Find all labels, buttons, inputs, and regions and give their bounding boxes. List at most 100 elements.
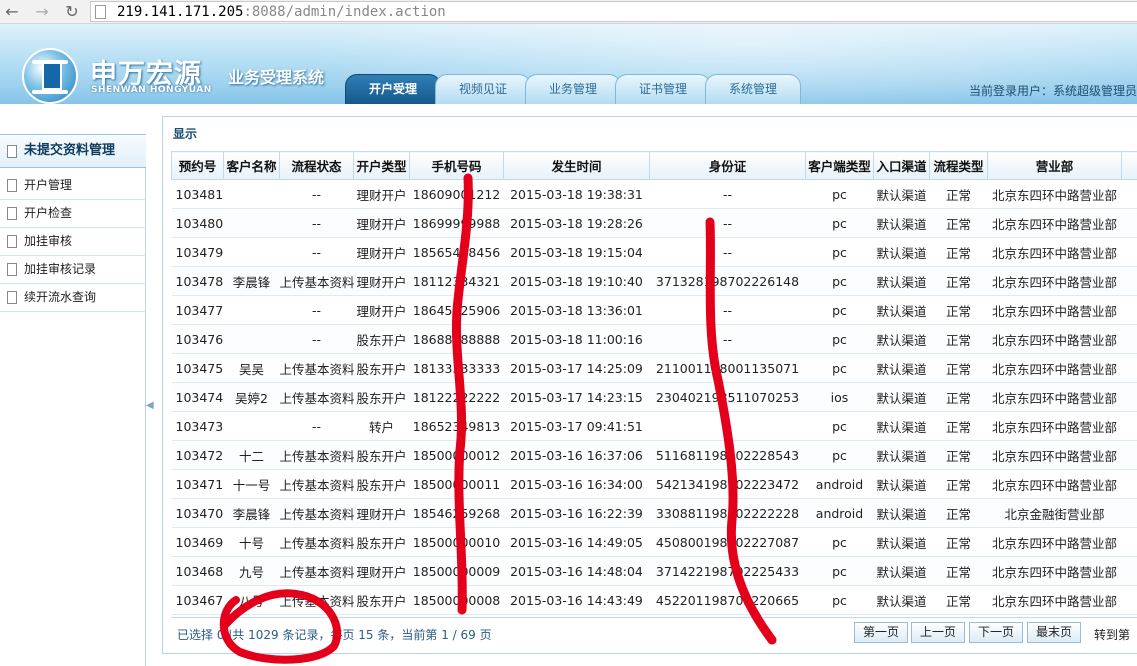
cell-channel: 默认渠道 — [873, 179, 930, 209]
cell-client-type: android — [805, 469, 874, 499]
table-row[interactable]: 103471 十一号 上传基本资料 股东开户 18500000011 2015-03-16… — [171, 469, 1137, 499]
table-row[interactable]: 103475 吴吴 上传基本资料 股东开户 18133333333 2015-03-17 … — [171, 353, 1137, 383]
tab-certificate-management[interactable]: 证书管理 — [615, 74, 711, 104]
cell-customer-name — [223, 208, 280, 238]
cell-actions[interactable] — [1121, 498, 1137, 528]
cell-actions[interactable] — [1121, 208, 1137, 238]
table-row[interactable]: 103476 -- 股东开户 18688888888 2015-03-18 11:00:… — [171, 324, 1137, 354]
table-row[interactable]: 103481 -- 理财开户 18609001212 2015-03-18 19:38:… — [171, 179, 1137, 209]
cell-branch: 北京东四环中路营业部 — [987, 556, 1122, 586]
cell-process-type: 正常 — [929, 237, 988, 267]
tab-account-opening[interactable]: 开户受理 — [345, 74, 441, 104]
cell-actions[interactable] — [1121, 295, 1137, 325]
cell-process-type: 正常 — [929, 353, 988, 383]
cell-id-card: -- — [649, 237, 806, 267]
cell-actions[interactable] — [1121, 353, 1137, 383]
cell-phone: 18546259268 — [409, 498, 504, 528]
cell-actions[interactable] — [1121, 266, 1137, 296]
sidebar-item-renewal-query[interactable]: 续开流水查询 — [0, 284, 146, 312]
table-row[interactable]: 103468 九号 上传基本资料 理财开户 18500000009 2015-03-16 … — [171, 556, 1137, 586]
cell-branch: 北京东四环中路营业部 — [987, 440, 1122, 470]
column-header-client-type: 客户端类型 — [805, 151, 874, 180]
cell-customer-name: 吴吴 — [223, 353, 280, 383]
cell-client-type: pc — [805, 179, 874, 209]
table-row[interactable]: 103472 十二 上传基本资料 股东开户 18500000012 2015-03-16 … — [171, 440, 1137, 470]
last-page-button[interactable]: 最末页 — [1027, 622, 1082, 643]
cell-channel: 默认渠道 — [873, 324, 930, 354]
sidebar-item-attach-review[interactable]: 加挂审核 — [0, 228, 146, 256]
cell-branch: 北京东四环中路营业部 — [987, 353, 1122, 383]
cell-customer-name — [223, 295, 280, 325]
sidebar-item-account-management[interactable]: 开户管理 — [0, 172, 146, 200]
cell-actions[interactable] — [1121, 179, 1137, 209]
cell-reservation-no: 103481 — [171, 179, 224, 209]
cell-account-type: 理财开户 — [353, 208, 410, 238]
cell-channel: 默认渠道 — [873, 266, 930, 296]
first-page-button[interactable]: 第一页 — [854, 622, 909, 643]
tab-video-witness[interactable]: 视频见证 — [435, 74, 531, 104]
tab-business-management[interactable]: 业务管理 — [525, 74, 621, 104]
cell-reservation-no: 103470 — [171, 498, 224, 528]
previous-page-button[interactable]: 上一页 — [911, 622, 966, 643]
cell-actions[interactable] — [1121, 324, 1137, 354]
cell-actions[interactable] — [1121, 237, 1137, 267]
cell-channel: 默认渠道 — [873, 498, 930, 528]
cell-time: 2015-03-18 19:38:31 — [503, 179, 650, 209]
table-row[interactable]: 103473 -- 转户 18652349813 2015-03-17 09:41:51… — [171, 411, 1137, 441]
back-arrow-icon[interactable]: ← — [2, 2, 22, 22]
document-icon — [7, 291, 17, 304]
table-row[interactable]: 103478 李晨锋 上传基本资料 理财开户 18112334321 2015-03-18… — [171, 266, 1137, 296]
table-row[interactable]: 103470 李晨锋 上传基本资料 理财开户 18546259268 2015-03-16… — [171, 498, 1137, 528]
collapse-sidebar-icon[interactable]: ◀ — [146, 396, 154, 416]
cell-process-status: 上传基本资料 — [279, 556, 354, 586]
cell-time: 2015-03-16 14:43:49 — [503, 585, 650, 615]
sidebar-item-account-check[interactable]: 开户检查 — [0, 200, 146, 228]
cell-customer-name: 十号 — [223, 527, 280, 557]
goto-page-label: 转到第 — [1094, 628, 1131, 642]
brand-name-english: SHENWAN HONGYUAN — [91, 85, 212, 95]
cell-phone: 18609001212 — [409, 179, 504, 209]
sidebar-item-attach-review-records[interactable]: 加挂审核记录 — [0, 256, 146, 284]
cell-id-card: 450800198702227087 — [649, 527, 806, 557]
cell-time: 2015-03-18 19:15:04 — [503, 237, 650, 267]
cell-phone: 18112334321 — [409, 266, 504, 296]
next-page-button[interactable]: 下一页 — [969, 622, 1024, 643]
main-panel: 显示 预约号 客户名称 流程状态 开户类型 手机号码 发生时间 身份证 客户端类型 入口渠道 流程… — [162, 116, 1137, 654]
cell-id-card: -- — [649, 179, 806, 209]
company-logo-icon — [22, 48, 78, 104]
cell-actions[interactable] — [1121, 440, 1137, 470]
column-header-actions — [1121, 151, 1137, 180]
address-bar[interactable]: 219.141.171.205:8088/admin/index.action — [90, 1, 1137, 22]
cell-channel: 默认渠道 — [873, 469, 930, 499]
table-row[interactable]: 103480 -- 理财开户 18699999988 2015-03-18 19:28:… — [171, 208, 1137, 238]
cell-account-type: 股东开户 — [353, 353, 410, 383]
table-row[interactable]: 103474 吴婷2 上传基本资料 股东开户 18122222222 2015-03-17… — [171, 382, 1137, 412]
reload-icon[interactable]: ↻ — [62, 2, 82, 22]
column-header-phone: 手机号码 — [409, 151, 504, 180]
sidebar-heading[interactable]: 未提交资料管理 — [0, 134, 146, 168]
cell-phone: 18699999988 — [409, 208, 504, 238]
forward-arrow-icon[interactable]: → — [32, 2, 52, 22]
cell-reservation-no: 103479 — [171, 237, 224, 267]
cell-client-type: pc — [805, 295, 874, 325]
cell-phone: 18645325906 — [409, 295, 504, 325]
cell-actions[interactable] — [1121, 411, 1137, 441]
cell-actions[interactable] — [1121, 382, 1137, 412]
table-row[interactable]: 103477 -- 理财开户 18645325906 2015-03-18 13:36:… — [171, 295, 1137, 325]
table-row[interactable]: 103469 十号 上传基本资料 股东开户 18500000010 2015-03-16 … — [171, 527, 1137, 557]
cell-branch: 北京东四环中路营业部 — [987, 324, 1122, 354]
table-row[interactable]: 103479 -- 理财开户 18565438456 2015-03-18 19:15:… — [171, 237, 1137, 267]
cell-actions[interactable] — [1121, 556, 1137, 586]
cell-actions[interactable] — [1121, 527, 1137, 557]
cell-reservation-no: 103473 — [171, 411, 224, 441]
cell-process-type: 正常 — [929, 382, 988, 412]
cell-id-card: -- — [649, 208, 806, 238]
cell-process-type: 正常 — [929, 440, 988, 470]
document-icon — [7, 263, 17, 276]
cell-actions[interactable] — [1121, 585, 1137, 615]
cell-actions[interactable] — [1121, 469, 1137, 499]
table-row[interactable]: 103467 八号 上传基本资料 股东开户 18500000008 2015-03-16 … — [171, 585, 1137, 615]
tab-system-management[interactable]: 系统管理 — [705, 74, 801, 104]
cell-process-status: 上传基本资料 — [279, 498, 354, 528]
cell-account-type: 理财开户 — [353, 266, 410, 296]
